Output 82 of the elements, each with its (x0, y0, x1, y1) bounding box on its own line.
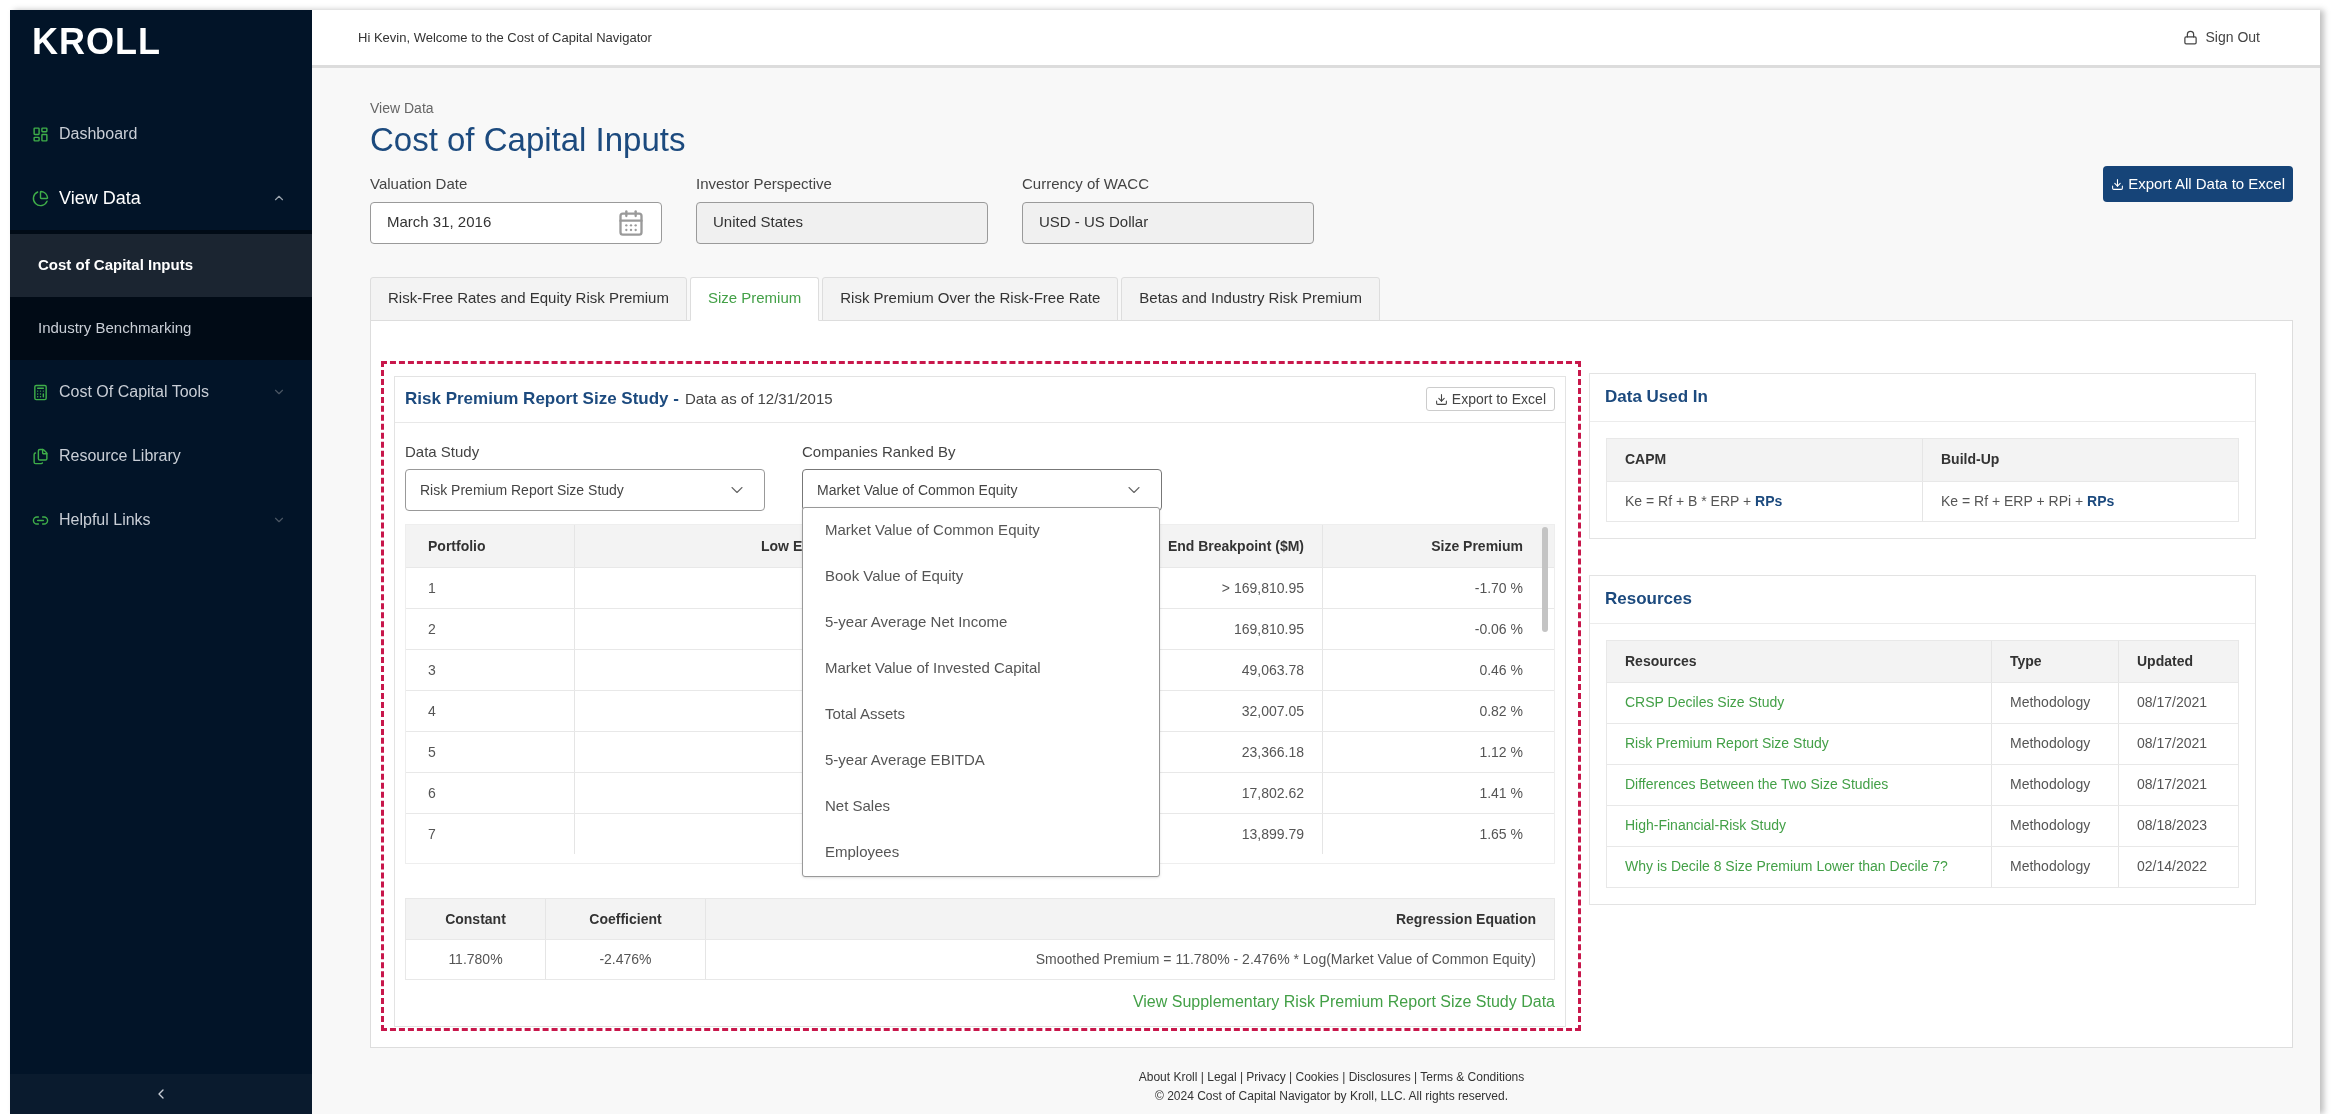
sidebar-item[interactable]: View Data (10, 166, 312, 230)
column-header: CAPM (1607, 438, 1923, 481)
sidebar-item[interactable]: Helpful Links (10, 488, 312, 552)
sign-out-link[interactable]: Sign Out (2182, 27, 2260, 48)
calendar-icon[interactable] (617, 208, 645, 237)
column-header: Coefficient (546, 899, 706, 939)
column-header: Constant (406, 899, 546, 939)
card-subtitle: Data as of 12/31/2015 (684, 388, 833, 409)
table-cell: Methodology (1992, 805, 2119, 846)
menu-item-icon (32, 383, 49, 401)
column-header: Build-Up (1940, 450, 2001, 469)
table-cell: 5 (406, 732, 575, 772)
table-cell-text: -0.06 % (1473, 619, 1524, 639)
logo: KROLL (32, 24, 161, 60)
dropdown-field[interactable]: Risk Premium Report Size Study (405, 469, 765, 511)
tab[interactable]: Risk Premium Over the Risk-Free Rate (822, 276, 1119, 321)
field-label: Currency of WACC (1022, 174, 1150, 194)
submenu-item[interactable]: Industry Benchmarking (10, 297, 312, 360)
table-cell-text: 02/14/2022 (2136, 857, 2209, 876)
export-button[interactable]: Export to Excel (1425, 387, 1555, 411)
table-cell-text: -1.70 % (1473, 578, 1524, 598)
table-cell-text: 1.12 % (1478, 742, 1524, 762)
column-header: Size Premium (1430, 536, 1524, 556)
menu-item-icon (32, 189, 49, 207)
column-header: Resources (1607, 640, 1992, 682)
sidebar-item[interactable]: Cost Of Capital Tools (10, 360, 312, 424)
copyright-text: © 2024 Cost of Capital Navigator by Kroll, LLC. All rights reserved. (1155, 1087, 1508, 1105)
table-cell-text: 1.41 % (1478, 783, 1524, 803)
table-cell-text: 08/17/2021 (2136, 775, 2209, 794)
table-cell-text: 08/17/2021 (2136, 693, 2209, 712)
table-cell: 6 (406, 773, 575, 813)
menu-item-icon (32, 447, 49, 465)
download-icon (1434, 392, 1448, 406)
submenu-item[interactable]: Cost of Capital Inputs (10, 234, 312, 297)
table-cell-text: 08/18/2023 (2136, 816, 2209, 835)
download-icon (2111, 177, 2125, 191)
scrollbar-thumb[interactable] (1542, 527, 1548, 632)
table-cell-text: 0.82 % (1478, 701, 1524, 721)
formula-cell-text: Ke = Rf + ERP + RPi + RPs (1940, 491, 2116, 511)
table-cell: 2 (406, 609, 575, 649)
tab[interactable]: Betas and Industry Risk Premium (1121, 276, 1380, 321)
card-title: Data Used In (1605, 386, 1708, 409)
sidebar-item[interactable]: Resource Library (10, 424, 312, 488)
dropdown-field[interactable]: Market Value of Common Equity (802, 469, 1162, 511)
footer-links[interactable]: About Kroll | Legal | Privacy | Cookies | Disclosures | Terms & Conditions (1138, 1067, 1525, 1087)
field-label: Companies Ranked By (802, 441, 957, 462)
table-cell: 7 (406, 814, 575, 854)
column-header: Updated (2136, 651, 2194, 671)
collapse-bar[interactable] (10, 1074, 312, 1114)
lock-icon (2182, 30, 2198, 45)
tab[interactable]: Risk-Free Rates and Equity Risk Premium (370, 276, 687, 321)
field-label: Investor Perspective (696, 174, 833, 194)
card-title: Resources (1605, 588, 1692, 611)
table-cell: 4 (406, 691, 575, 731)
table-cell: Methodology (1992, 846, 2119, 887)
field-label: Data Study (405, 441, 481, 462)
table-cell: 1 (406, 568, 575, 608)
column-header: Regression Equation (1394, 909, 1537, 929)
column-header: Low E (761, 536, 803, 556)
dropdown-option[interactable]: Market Value of Invested Capital (803, 645, 1159, 692)
greeting-text: Hi Kevin, Welcome to the Cost of Capital Navigator (358, 28, 653, 47)
table-cell-text: 08/17/2021 (2136, 734, 2209, 753)
table-cell-text: Smoothed Premium = 11.780% - 2.476% * Log(Market Value of Common Equity) (1034, 950, 1537, 969)
card-title: Risk Premium Report Size Study - (405, 388, 679, 411)
table-cell-text: 1.65 % (1478, 824, 1524, 844)
formula-cell: Ke = Rf + B * ERP + RPs (1607, 481, 1923, 521)
menu-item-icon (32, 125, 49, 143)
sidebar-item[interactable]: Dashboard (10, 102, 312, 166)
table-cell: 3 (406, 650, 575, 690)
table-cell: 11.780% (406, 940, 546, 979)
table-cell: -2.476% (546, 940, 706, 979)
column-header: Type (1992, 640, 2119, 682)
table-cell: Methodology (1992, 764, 2119, 805)
field-label: Valuation Date (370, 174, 469, 194)
table-cell: Methodology (1992, 682, 2119, 723)
date-field[interactable]: March 31, 2016 (370, 201, 662, 244)
table-cell-text: 0.46 % (1478, 660, 1524, 680)
table-cell: Methodology (1992, 723, 2119, 764)
export-all-button[interactable]: Export All Data to Excel (2103, 166, 2293, 202)
breadcrumb: View Data (370, 99, 435, 118)
page-title: Cost of Capital Inputs (370, 120, 687, 160)
column-header: Portfolio (406, 525, 575, 567)
